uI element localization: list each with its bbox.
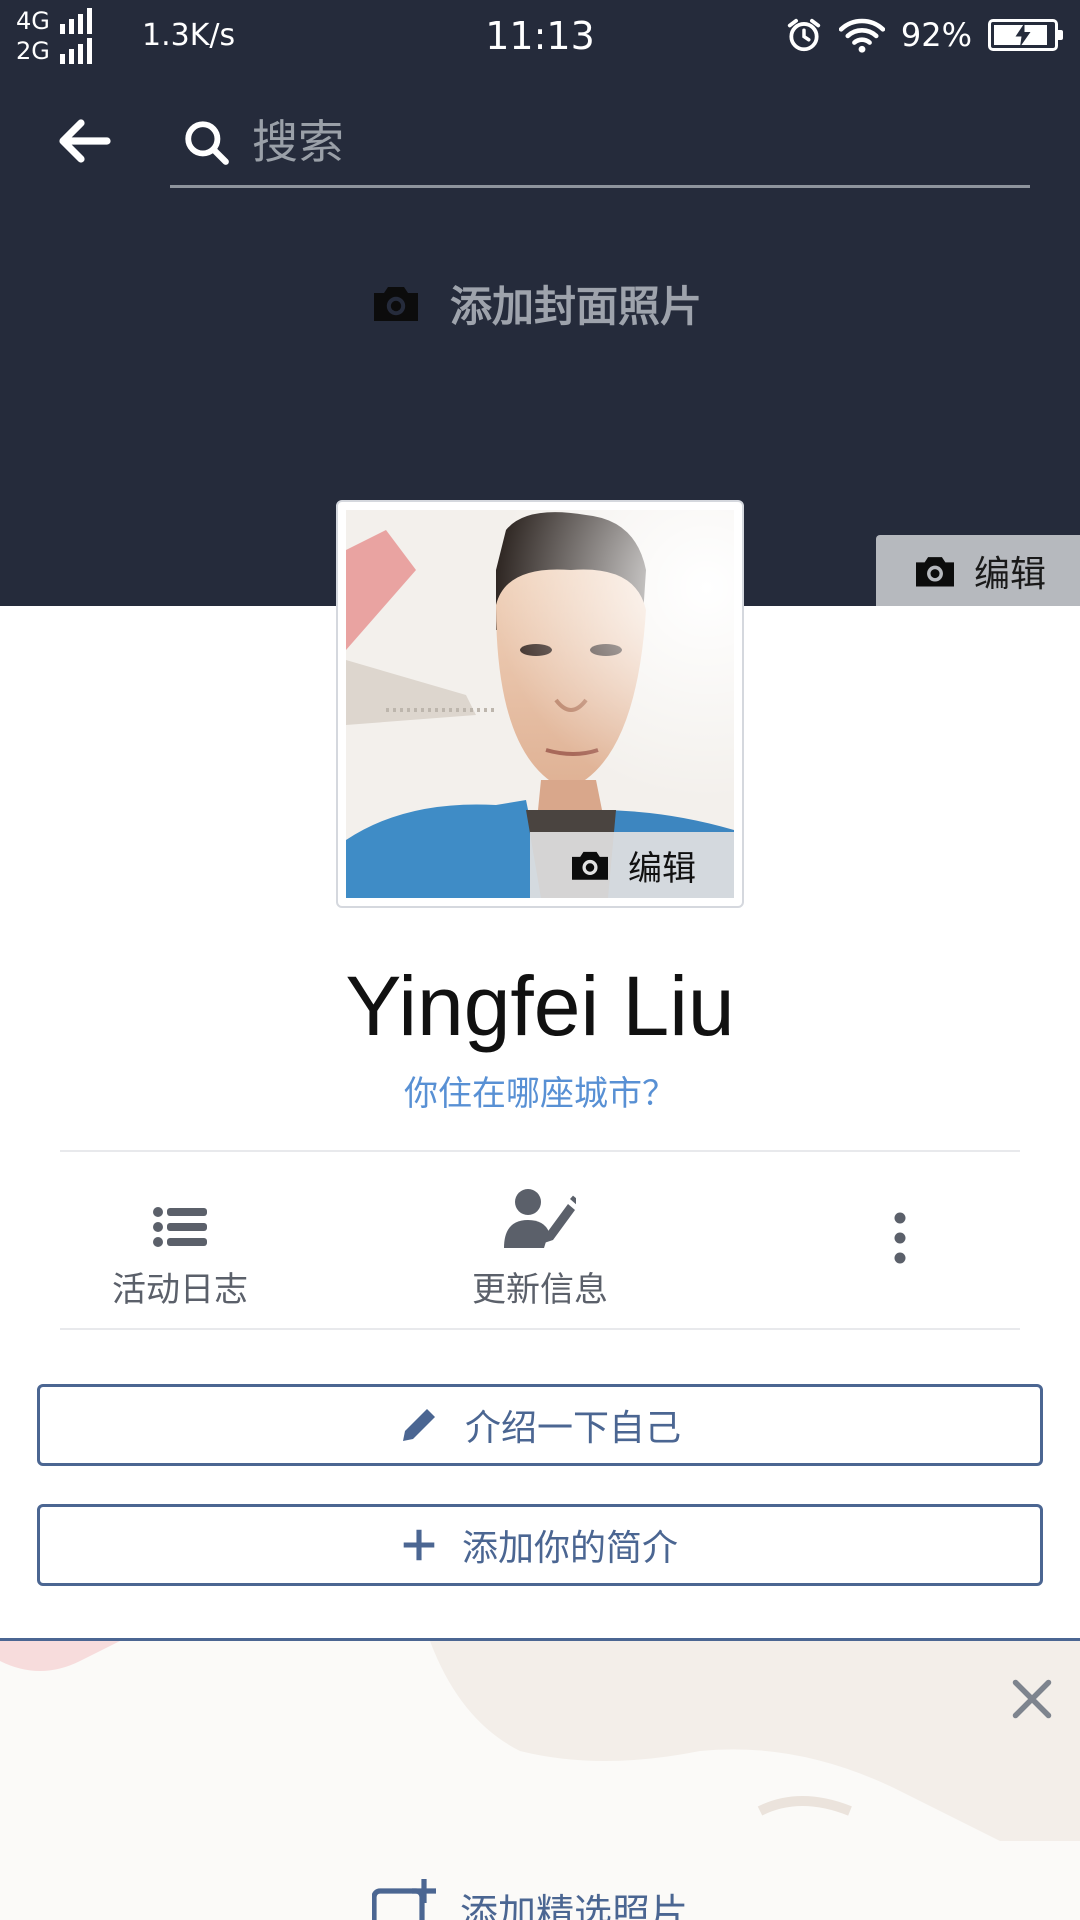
camera-icon [572,851,608,880]
update-info-label: 更新信息 [472,1270,608,1310]
city-prompt-link[interactable]: 你住在哪座城市？ [0,1066,1080,1115]
add-cover-photo-button[interactable]: 添加封面照片 [370,270,702,336]
add-featured-photos-label: 添加精选照片 [460,1890,689,1920]
camera-icon [916,556,954,587]
divider [60,1328,1020,1330]
search-icon [185,121,229,165]
status-icons: 92% [785,12,1063,58]
edit-profile-icon [504,1189,576,1248]
update-info-button[interactable]: 更新信息 [440,1152,640,1328]
profile-picture: 编辑 [346,510,734,898]
more-options-button[interactable] [860,1152,940,1328]
plus-icon [403,1529,435,1561]
add-featured-photos-button[interactable]: 添加精选照片 [372,1879,688,1920]
introduce-yourself-label: 介绍一下自己 [464,1408,681,1449]
search-bar[interactable] [170,100,1030,188]
charging-bolt-icon [1015,23,1031,47]
edit-cover-button[interactable]: 编辑 [876,535,1080,606]
list-icon [153,1207,207,1247]
alarm-icon [787,18,821,52]
introduce-yourself-button[interactable]: 介绍一下自己 [37,1384,1043,1466]
wifi-icon [838,18,885,53]
edit-profile-picture-label: 编辑 [628,848,696,889]
search-input[interactable] [252,114,992,170]
close-icon[interactable] [1010,1677,1054,1721]
profile-actions: 活动日志 更新信息 [0,1152,1080,1328]
add-bio-label: 添加你的简介 [461,1528,678,1569]
edit-profile-picture-button[interactable]: 编辑 [530,832,734,898]
back-button[interactable] [48,106,118,176]
activity-log-label: 活动日志 [112,1270,248,1310]
camera-icon [374,287,418,321]
battery-percentage: 92% [900,16,972,54]
add-bio-button[interactable]: 添加你的简介 [37,1504,1043,1586]
more-vertical-icon [894,1212,906,1264]
status-bar: 4G 2G 1.3K/s 11:13 92% [0,0,1080,70]
activity-log-button[interactable]: 活动日志 [80,1152,280,1328]
featured-photos-card: 添加精选照片 [0,1638,1080,1920]
profile-name: Yingfei Liu [345,959,735,1053]
battery-icon [988,19,1063,51]
add-photo-icon [372,1879,436,1920]
profile-picture-frame[interactable]: 编辑 [336,500,744,908]
add-cover-photo-label: 添加封面照片 [450,281,703,331]
edit-cover-label: 编辑 [974,553,1047,595]
arrow-left-icon [59,119,111,163]
pencil-icon [402,1409,435,1441]
